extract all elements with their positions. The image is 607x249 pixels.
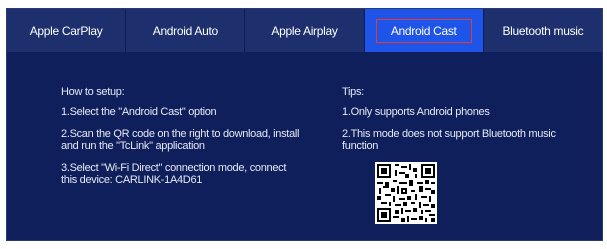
- tab-label: Android Cast: [375, 18, 472, 43]
- tab-label: Apple CarPlay: [29, 23, 103, 38]
- instructions-panel: How to setup: 1.Select the "Android Cast…: [7, 52, 602, 240]
- tab-android-auto[interactable]: Android Auto: [126, 9, 246, 52]
- qr-code-icon: [375, 162, 437, 224]
- tip-2: 2.This mode does not support Bluetooth m…: [342, 128, 556, 152]
- tips-heading: Tips:: [342, 86, 364, 98]
- setup-step-1: 1.Select the "Android Cast" option: [61, 106, 217, 118]
- setup-step-2: 2.Scan the QR code on the right to downl…: [61, 128, 300, 152]
- tab-label: Apple Airplay: [271, 23, 338, 38]
- tab-android-cast[interactable]: Android Cast: [364, 9, 484, 52]
- tip-1: 1.Only supports Android phones: [342, 106, 490, 118]
- setup-heading: How to setup:: [61, 86, 125, 98]
- tab-bluetooth-music[interactable]: Bluetooth music: [484, 9, 602, 52]
- tab-label: Bluetooth music: [502, 23, 584, 38]
- mode-tab-bar: Apple CarPlay Android Auto Apple Airplay…: [7, 9, 602, 52]
- tab-apple-carplay[interactable]: Apple CarPlay: [7, 9, 127, 52]
- tab-apple-airplay[interactable]: Apple Airplay: [245, 9, 365, 52]
- carlink-panel: Apple CarPlay Android Auto Apple Airplay…: [6, 8, 603, 241]
- tab-label: Android Auto: [152, 23, 218, 38]
- setup-step-3: 3.Select "Wi-Fi Direct" connection mode,…: [61, 162, 287, 186]
